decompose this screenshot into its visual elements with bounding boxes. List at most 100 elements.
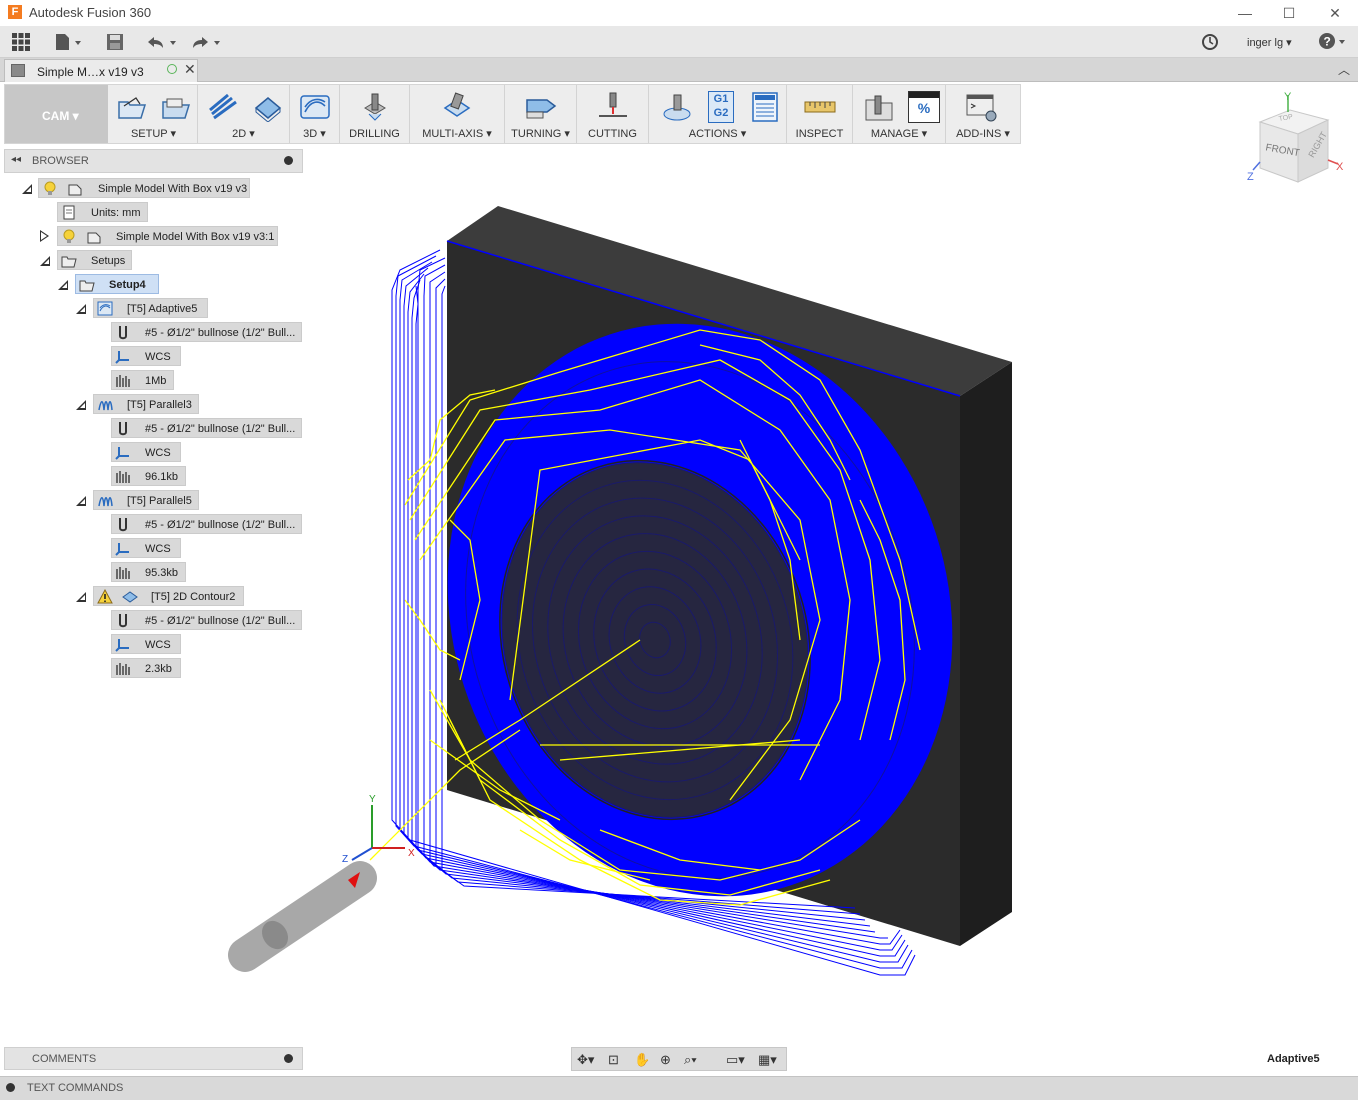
tree-tool[interactable]: #5 - Ø1/2" bullnose (1/2" Bull... (111, 514, 302, 534)
multi-axis-icon[interactable] (441, 92, 473, 122)
setup-folder-icon[interactable] (160, 92, 192, 122)
zoom-icon[interactable]: ⊕ (660, 1052, 671, 1068)
expand-root-icon[interactable] (22, 184, 32, 194)
turning-group[interactable]: TURNING ▾ (505, 85, 577, 143)
expand-setups-icon[interactable] (40, 256, 50, 266)
drill-icon[interactable] (359, 92, 391, 122)
quick-access-toolbar: inger lg ▾ ? (0, 26, 1358, 58)
tree-setups[interactable]: Setups (57, 250, 132, 270)
text-commands-panel[interactable]: TEXT COMMANDS (0, 1076, 1358, 1100)
tree-tool[interactable]: #5 - Ø1/2" bullnose (1/2" Bull... (111, 610, 302, 630)
setup-sheet-icon[interactable] (749, 92, 781, 122)
inspect-group-label: INSPECT (795, 128, 844, 140)
tree-operation-adaptive5[interactable]: [T5] Adaptive5 (93, 298, 208, 318)
turning-group-label: TURNING ▾ (511, 128, 570, 140)
document-tab[interactable]: Simple M…x v19 v3 ✕ (4, 59, 198, 82)
help-icon[interactable]: ? (1318, 32, 1348, 54)
tree-tool[interactable]: #5 - Ø1/2" bullnose (1/2" Bull... (111, 322, 302, 342)
actions-group[interactable]: G1 G2 ACTIONS ▾ (649, 85, 787, 143)
tree-wcs[interactable]: WCS (111, 538, 181, 558)
user-menu[interactable]: inger lg ▾ (1247, 36, 1292, 49)
expand-operation-icon[interactable] (76, 304, 86, 314)
tree-component[interactable]: Simple Model With Box v19 v3:1 (57, 226, 278, 246)
tree-operation-parallel5[interactable]: [T5] Parallel5 (93, 490, 199, 510)
lightbulb-icon[interactable] (42, 181, 58, 196)
undo-icon[interactable] (145, 31, 181, 53)
collapse-browser-icon[interactable]: ◂◂ (11, 154, 21, 165)
drilling-group[interactable]: DRILLING (340, 85, 410, 143)
tree-root[interactable]: Simple Model With Box v19 v3 (38, 178, 250, 198)
job-status-clock-icon[interactable] (1201, 31, 1219, 53)
tree-toolpath-size[interactable]: 1Mb (111, 370, 174, 390)
parallel-operation-icon (98, 497, 113, 507)
tree-setup4[interactable]: Setup4 (75, 274, 159, 294)
fit-zoom-icon[interactable]: ⌕▾ (684, 1052, 697, 1068)
manage-group[interactable]: % MANAGE ▾ (853, 85, 946, 143)
display-settings-icon[interactable]: ▭▾ (726, 1052, 745, 1068)
save-icon[interactable] (106, 31, 124, 53)
2d-pocket-icon[interactable] (252, 92, 284, 122)
stock-right-face (960, 362, 1012, 946)
file-menu-icon[interactable] (55, 31, 83, 53)
expand-setup4-icon[interactable] (58, 280, 68, 290)
cutting-icon[interactable] (597, 92, 629, 122)
2d-adaptive-icon[interactable] (208, 92, 240, 122)
title-bar: F Autodesk Fusion 360 — ☐ ✕ (0, 0, 1358, 26)
scripts-addins-icon[interactable] (966, 92, 998, 122)
maximize-button[interactable]: ☐ (1266, 3, 1312, 23)
2d-group[interactable]: 2D ▾ (198, 85, 290, 143)
cutting-group[interactable]: CUTTING (577, 85, 649, 143)
tree-toolpath-size[interactable]: 95.3kb (111, 562, 186, 582)
expand-component-icon[interactable] (40, 230, 49, 242)
post-library-icon[interactable]: % (908, 91, 940, 123)
simulate-icon[interactable] (661, 92, 693, 122)
new-setup-icon[interactable] (116, 92, 148, 122)
grid-settings-icon[interactable]: ▦▾ (758, 1052, 777, 1068)
app-grid-icon[interactable] (12, 31, 30, 53)
add-ins-group[interactable]: ADD-INS ▾ (946, 85, 1020, 143)
text-commands-expand-icon[interactable] (6, 1083, 15, 1092)
expand-operation-icon[interactable] (76, 496, 86, 506)
turning-icon[interactable] (525, 92, 557, 122)
tree-operation-2d-contour2[interactable]: [T5] 2D Contour2 (93, 586, 244, 606)
pan-hand-icon[interactable]: ✋ (634, 1052, 650, 1068)
tree-wcs[interactable]: WCS (111, 442, 181, 462)
wcs-icon (115, 447, 129, 460)
comments-panel-header[interactable]: COMMENTS (4, 1047, 303, 1070)
tool-library-icon[interactable] (863, 92, 895, 122)
collapse-chevron-icon[interactable]: ︿ (1338, 61, 1350, 78)
comments-expand-icon[interactable] (284, 1054, 293, 1063)
tree-units[interactable]: Units: mm (57, 202, 148, 222)
tree-wcs[interactable]: WCS (111, 634, 181, 654)
measure-icon[interactable] (804, 92, 836, 122)
browser-minimize-icon[interactable] (284, 156, 293, 165)
tree-operation-parallel3[interactable]: [T5] Parallel3 (93, 394, 199, 414)
inspect-group[interactable]: INSPECT (787, 85, 853, 143)
minimize-button[interactable]: — (1222, 3, 1268, 23)
close-window-button[interactable]: ✕ (1312, 3, 1358, 23)
contour-operation-icon (122, 591, 138, 603)
viewcube[interactable]: TOP FRONT RIGHT Y X Z (1245, 90, 1350, 190)
multi-axis-group[interactable]: MULTI-AXIS ▾ (410, 85, 505, 143)
viewcube-z-label: Z (1247, 171, 1254, 183)
post-process-icon[interactable]: G1 G2 (708, 91, 734, 123)
tree-tool[interactable]: #5 - Ø1/2" bullnose (1/2" Bull... (111, 418, 302, 438)
tree-toolpath-size[interactable]: 96.1kb (111, 466, 186, 486)
expand-operation-icon[interactable] (76, 592, 86, 602)
redo-icon[interactable] (190, 31, 226, 53)
triad-y-label: Y (369, 794, 376, 805)
workspace-switcher-button[interactable]: CAM ▾ (5, 85, 108, 143)
setup-group[interactable]: SETUP ▾ (110, 85, 198, 143)
wcs-icon (115, 351, 129, 364)
expand-operation-icon[interactable] (76, 400, 86, 410)
lightbulb-icon[interactable] (61, 229, 77, 244)
close-tab-icon[interactable]: ✕ (184, 61, 196, 78)
tree-wcs[interactable]: WCS (111, 346, 181, 366)
look-at-icon[interactable]: ⊡ (608, 1052, 619, 1068)
3d-group[interactable]: 3D ▾ (290, 85, 340, 143)
orbit-icon[interactable]: ✥▾ (577, 1052, 594, 1068)
browser-panel-header[interactable]: ◂◂ BROWSER (4, 149, 303, 173)
3d-adaptive-icon[interactable] (299, 92, 331, 122)
component-icon (87, 232, 101, 244)
tree-toolpath-size[interactable]: 2.3kb (111, 658, 181, 678)
